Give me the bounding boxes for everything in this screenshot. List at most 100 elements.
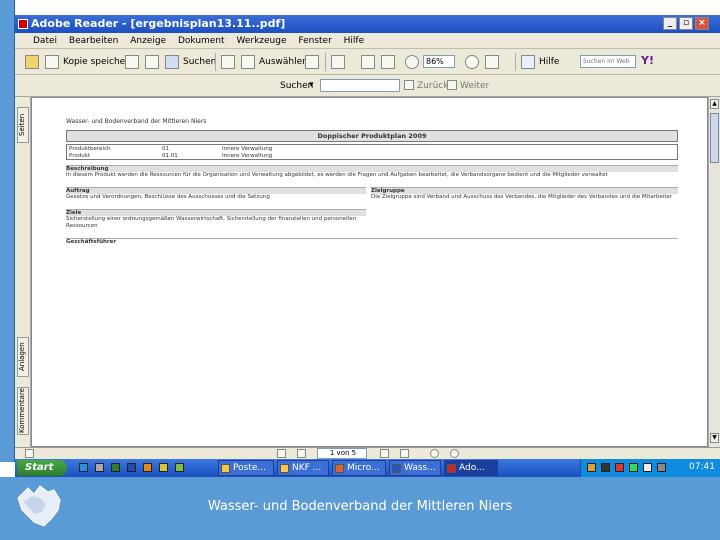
toolbar-separator <box>215 53 216 71</box>
email-icon[interactable] <box>145 55 159 69</box>
select-text-icon[interactable] <box>241 55 255 69</box>
go-back-icon[interactable] <box>430 449 439 458</box>
scroll-down-arrow-icon[interactable]: ▼ <box>710 433 719 443</box>
tray-icon[interactable] <box>587 463 596 472</box>
tray-icon[interactable] <box>615 463 624 472</box>
tray-icon[interactable] <box>601 463 610 472</box>
next-arrow-icon[interactable] <box>447 80 457 90</box>
maximize-button[interactable]: ▫ <box>679 17 693 30</box>
search-icon[interactable] <box>165 55 179 69</box>
go-forward-icon[interactable] <box>450 449 459 458</box>
save-copy-label[interactable]: Kopie speichern <box>63 57 134 67</box>
toolbar-separator <box>325 53 326 71</box>
menu-hilfe[interactable]: Hilfe <box>344 33 364 49</box>
previous-arrow-icon[interactable] <box>404 80 414 90</box>
snapshot-icon[interactable] <box>305 55 319 69</box>
rotate-icon[interactable] <box>485 55 499 69</box>
page-layout-icon[interactable] <box>25 449 34 458</box>
section-manager: Geschäftsführer <box>66 238 678 246</box>
select-label[interactable]: Auswählen <box>259 57 308 67</box>
find-input[interactable] <box>320 79 400 92</box>
previous-page-icon[interactable] <box>297 449 306 458</box>
chevron-down-icon[interactable]: ▾ <box>309 80 314 90</box>
document-viewport[interactable]: Wasser- und Bodenverband der Mittleren N… <box>31 97 708 447</box>
goals-text: Sicherstellung einer ordnungsgemäßen Was… <box>66 216 357 229</box>
task-label: Ado... <box>459 463 485 473</box>
system-tray: 07:41 <box>580 459 720 477</box>
task-button[interactable]: Micro... <box>332 460 386 476</box>
zoom-field[interactable]: 86% <box>423 55 455 68</box>
table-cell: 01 <box>162 146 169 152</box>
actual-size-icon[interactable] <box>361 55 375 69</box>
menu-dokument[interactable]: Dokument <box>178 33 225 49</box>
print-icon[interactable] <box>125 55 139 69</box>
vertical-scrollbar[interactable]: ▲ ▼ <box>708 97 720 447</box>
quicklaunch-ie-icon[interactable] <box>79 463 88 472</box>
quicklaunch-explorer-icon[interactable] <box>95 463 104 472</box>
help-icon[interactable] <box>521 55 535 69</box>
start-button[interactable]: Start <box>17 460 67 476</box>
folder-icon <box>280 464 289 473</box>
task-button-active[interactable]: Ado... <box>444 460 498 476</box>
task-button[interactable]: Poste... <box>218 460 274 476</box>
lower-rhine-map-logo-icon <box>17 485 61 527</box>
task-button[interactable]: NKF ... <box>277 460 329 476</box>
menu-anzeige[interactable]: Anzeige <box>130 33 166 49</box>
zoom-in-icon[interactable] <box>331 55 345 69</box>
clock: 07:41 <box>689 462 715 472</box>
tray-icon[interactable] <box>657 463 666 472</box>
last-page-icon[interactable] <box>400 449 409 458</box>
adobe-reader-icon <box>18 19 28 29</box>
tab-attachments[interactable]: Anlagen <box>17 337 29 377</box>
scroll-up-arrow-icon[interactable]: ▲ <box>710 99 719 109</box>
tray-icon[interactable] <box>629 463 638 472</box>
task-label: Wass... <box>404 463 436 473</box>
task-label: Poste... <box>233 463 266 473</box>
adobe-reader-icon <box>447 464 456 473</box>
save-copy-icon[interactable] <box>45 55 59 69</box>
quicklaunch-word-icon[interactable] <box>127 463 136 472</box>
open-folder-icon[interactable] <box>25 55 39 69</box>
minimize-button[interactable]: _ <box>663 17 677 30</box>
section-mandate: Auftrag <box>66 187 366 194</box>
quicklaunch-excel-icon[interactable] <box>111 463 120 472</box>
web-search-field[interactable]: Suchen im Web <box>580 55 636 68</box>
hand-tool-icon[interactable] <box>221 55 235 69</box>
toolbar-separator <box>515 53 516 71</box>
table-cell: Innere Verwaltung <box>222 146 273 152</box>
next-page-icon[interactable] <box>380 449 389 458</box>
menu-bar: Datei Bearbeiten Anzeige Dokument Werkze… <box>15 33 720 49</box>
help-label[interactable]: Hilfe <box>539 57 559 67</box>
menu-fenster[interactable]: Fenster <box>298 33 331 49</box>
footer-text: Wasser- und Bodenverband der Mittleren N… <box>207 499 513 514</box>
find-toolbar: Suchen ▾ Zurück Weiter <box>15 75 720 97</box>
window-titlebar: Adobe Reader - [ergebnisplan13.11..pdf] … <box>15 15 720 33</box>
fit-page-icon[interactable] <box>381 55 395 69</box>
task-label: Micro... <box>347 463 380 473</box>
task-button[interactable]: Wass... <box>389 460 441 476</box>
tab-comments[interactable]: Kommentare <box>17 387 29 435</box>
menu-datei[interactable]: Datei <box>33 33 57 49</box>
quicklaunch-powerpoint-icon[interactable] <box>143 463 152 472</box>
zoom-in-plus-icon[interactable] <box>465 55 479 69</box>
menu-bearbeiten[interactable]: Bearbeiten <box>69 33 118 49</box>
first-page-icon[interactable] <box>277 449 286 458</box>
quicklaunch-app-icon[interactable] <box>175 463 184 472</box>
scroll-thumb[interactable] <box>710 113 719 163</box>
quicklaunch-mail-icon[interactable] <box>159 463 168 472</box>
yahoo-icon[interactable]: Y! <box>641 54 654 67</box>
search-label[interactable]: Suchen <box>183 57 216 67</box>
table-cell: Produktbereich <box>69 146 111 152</box>
zoom-out-icon[interactable] <box>405 55 419 69</box>
close-button[interactable]: × <box>695 17 709 30</box>
page-number-field[interactable]: 1 von 5 <box>317 448 367 459</box>
back-label[interactable]: Zurück <box>417 81 448 91</box>
status-bar: 1 von 5 <box>15 447 720 459</box>
table-cell: 01.01 <box>162 153 178 159</box>
tray-icon[interactable] <box>643 463 652 472</box>
menu-werkzeuge[interactable]: Werkzeuge <box>236 33 286 49</box>
document-header: Wasser- und Bodenverband der Mittleren N… <box>66 118 207 125</box>
next-label[interactable]: Weiter <box>460 81 489 91</box>
target-group-text: Die Zielgruppe sind Verband und Ausschus… <box>371 194 673 200</box>
tab-pages[interactable]: Seiten <box>17 107 29 143</box>
